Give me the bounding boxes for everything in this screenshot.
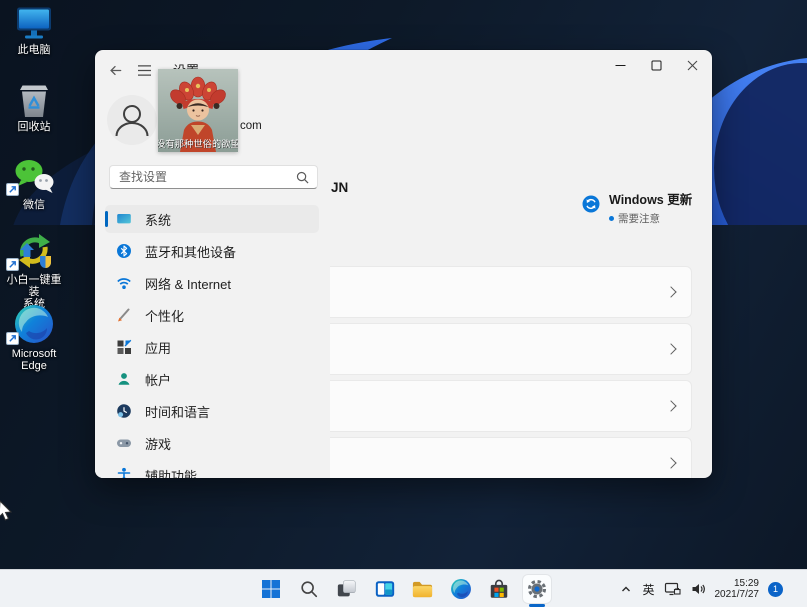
chevron-right-icon <box>665 286 676 297</box>
minimize-button[interactable] <box>602 50 638 80</box>
nav-item-time-language[interactable]: 时间和语言 <box>105 397 319 425</box>
wechat-icon <box>3 158 65 196</box>
hidden-icons-chevron[interactable] <box>619 582 633 596</box>
date: 2021/7/27 <box>715 589 760 601</box>
close-button[interactable] <box>674 50 710 80</box>
accessibility-icon <box>116 467 132 478</box>
person-icon <box>116 371 132 387</box>
edge-icon <box>3 303 65 345</box>
windows-update-title: Windows 更新 <box>609 189 692 208</box>
desktop-icon-microsoft-edge[interactable]: Microsoft Edge <box>3 303 65 372</box>
wifi-icon <box>116 275 132 291</box>
windows-update-status[interactable]: Windows 更新 需要注意 <box>582 189 692 226</box>
xiaobai-reinstall-icon <box>3 231 65 271</box>
taskbar: 英 15:29 2021/7/27 1 <box>0 569 807 607</box>
device-name-fragment: JN <box>331 180 348 195</box>
edge-browser-button[interactable] <box>447 575 475 603</box>
nav-item-system[interactable]: 系统 <box>105 205 319 233</box>
desktop-icon-label: 此电脑 <box>3 44 65 56</box>
clock-icon <box>116 403 132 419</box>
nav-item-network-internet[interactable]: 网络 & Internet <box>105 269 319 297</box>
shortcut-arrow-icon <box>6 332 19 345</box>
shortcut-arrow-icon <box>6 183 19 196</box>
settings-nav-panel: 系统 蓝牙和其他设备 网络 & Internet 个性化 <box>95 153 330 478</box>
mouse-cursor <box>0 500 16 522</box>
nav-item-apps[interactable]: 应用 <box>105 333 319 361</box>
nav-item-accessibility[interactable]: 辅助功能 <box>105 461 319 478</box>
desktop-icon-recycle-bin[interactable]: 回收站 <box>3 82 65 133</box>
meme-caption: 没有那种世俗的欲望 <box>158 138 238 149</box>
chevron-right-icon <box>665 457 676 468</box>
bluetooth-icon <box>116 243 132 259</box>
settings-window: 设置 com JN Windows 更新 <box>95 50 712 478</box>
settings-search-box[interactable] <box>109 165 318 189</box>
sync-icon <box>582 195 600 213</box>
time: 15:29 <box>715 578 760 590</box>
this-pc-icon <box>3 6 65 41</box>
hamburger-menu-button[interactable] <box>131 57 157 83</box>
start-button[interactable] <box>257 575 285 603</box>
maximize-button[interactable] <box>638 50 674 80</box>
nav-item-accounts[interactable]: 帐户 <box>105 365 319 393</box>
search-icon <box>296 171 309 184</box>
selected-accent-bar <box>105 211 108 227</box>
apps-icon <box>116 339 132 355</box>
search-button[interactable] <box>295 575 323 603</box>
monitor-icon <box>116 211 132 227</box>
file-explorer-button[interactable] <box>409 575 437 603</box>
microsoft-store-button[interactable] <box>485 575 513 603</box>
nav-item-personalization[interactable]: 个性化 <box>105 301 319 329</box>
widgets-button[interactable] <box>371 575 399 603</box>
recycle-bin-icon <box>3 82 65 118</box>
notification-badge[interactable]: 1 <box>768 582 783 597</box>
windows-update-status-text: 需要注意 <box>618 211 660 226</box>
ime-indicator[interactable]: 英 <box>642 581 654 598</box>
desktop-icon-label: Microsoft Edge <box>3 348 65 372</box>
account-email-fragment: com <box>240 120 262 132</box>
system-tray: 英 15:29 2021/7/27 1 <box>619 570 783 607</box>
nav-item-bluetooth-devices[interactable]: 蓝牙和其他设备 <box>105 237 319 265</box>
back-button[interactable] <box>102 57 128 83</box>
network-icon[interactable] <box>664 581 681 597</box>
desktop-icon-label: 微信 <box>3 199 65 211</box>
gamepad-icon <box>116 435 132 451</box>
chevron-right-icon <box>665 343 676 354</box>
settings-button-active[interactable] <box>523 575 551 603</box>
desktop-icon-label: 回收站 <box>3 121 65 133</box>
attention-dot-icon <box>609 216 614 221</box>
shortcut-arrow-icon <box>6 258 19 271</box>
taskbar-clock[interactable]: 15:29 2021/7/27 <box>715 578 760 601</box>
desktop-icon-wechat[interactable]: 微信 <box>3 158 65 211</box>
desktop-icon-this-pc[interactable]: 此电脑 <box>3 6 65 56</box>
volume-icon[interactable] <box>690 581 706 597</box>
meme-profile-image: 没有那种世俗的欲望 没有那种世俗的欲望 <box>158 69 238 152</box>
account-avatar[interactable] <box>107 95 157 145</box>
nav-item-gaming[interactable]: 游戏 <box>105 429 319 457</box>
chevron-right-icon <box>665 400 676 411</box>
search-input[interactable] <box>110 170 296 184</box>
task-view-button[interactable] <box>333 575 361 603</box>
paintbrush-icon <box>116 307 132 323</box>
settings-nav-list: 系统 蓝牙和其他设备 网络 & Internet 个性化 <box>105 205 319 478</box>
desktop: { "colors": { "accent": "#0067c0", "task… <box>0 0 807 607</box>
desktop-icon-xiaobai-reinstall[interactable]: 小白一键重装 系统 <box>3 231 65 310</box>
